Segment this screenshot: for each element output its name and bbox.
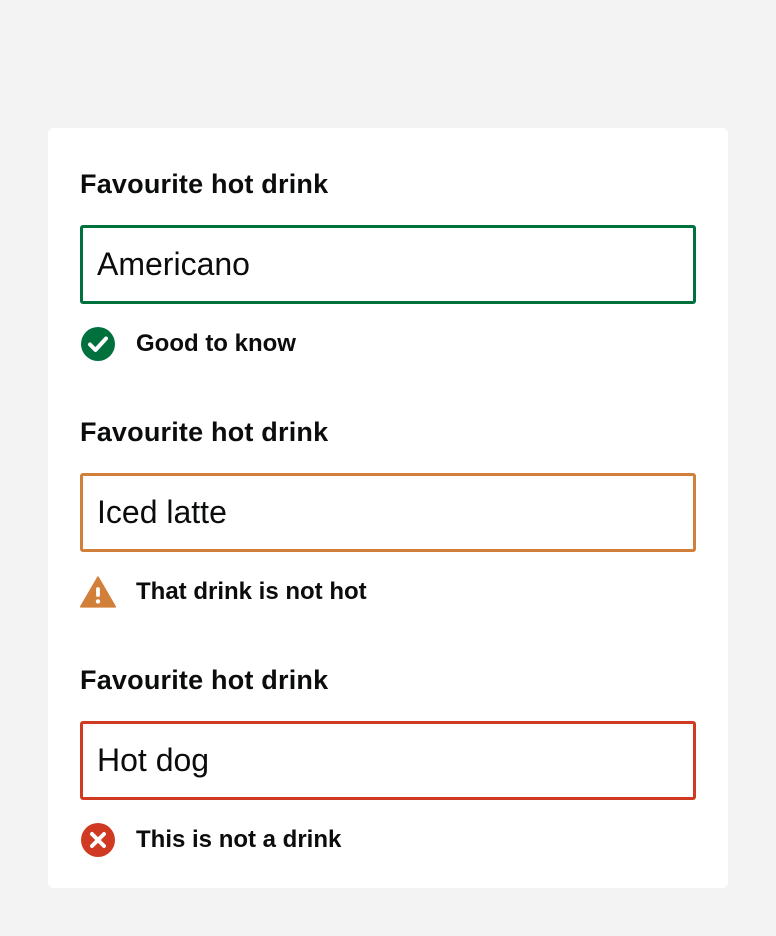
field-label: Favourite hot drink xyxy=(80,665,329,695)
drink-field-warning: Favourite hot drink That drink is not ho… xyxy=(80,416,696,610)
drink-field-success: Favourite hot drink Good to know xyxy=(80,168,696,362)
warning-triangle-icon xyxy=(80,574,116,610)
error-circle-icon xyxy=(80,822,116,858)
drink-input-warning[interactable] xyxy=(80,473,696,552)
drink-input-error[interactable] xyxy=(80,721,696,800)
drink-field-error: Favourite hot drink This is not a drink xyxy=(80,664,696,858)
form-card: Favourite hot drink Good to know Favouri… xyxy=(48,128,728,888)
success-message: Good to know xyxy=(80,326,696,362)
field-label: Favourite hot drink xyxy=(80,169,329,199)
check-circle-icon xyxy=(80,326,116,362)
field-label: Favourite hot drink xyxy=(80,417,329,447)
warning-message: That drink is not hot xyxy=(80,574,696,610)
drink-input-success[interactable] xyxy=(80,225,696,304)
message-text: Good to know xyxy=(136,330,296,357)
message-text: That drink is not hot xyxy=(136,578,367,605)
message-text: This is not a drink xyxy=(136,826,342,853)
error-message: This is not a drink xyxy=(80,822,696,858)
